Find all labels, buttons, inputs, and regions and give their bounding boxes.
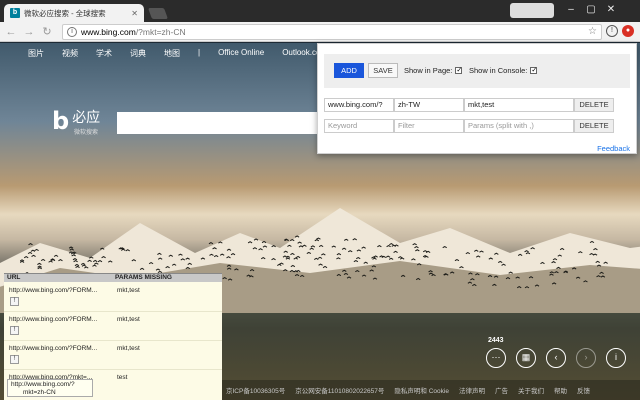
feedback-link[interactable]: Feedback <box>597 144 630 153</box>
popup-toolbar: ADD SAVE Show in Page: ✓ Show in Console… <box>324 54 630 88</box>
bing-favicon-icon: b <box>10 8 20 18</box>
show-in-console-option: Show in Console: ✓ <box>469 66 538 75</box>
address-url: www.bing.com/?mkt=zh-CN <box>81 27 186 37</box>
bing-logo-subtext: 微软搜索 <box>74 130 99 136</box>
back-arrow-icon[interactable]: ← <box>4 25 18 39</box>
tab-title: 微软必应搜索 - 全球搜索 <box>24 8 106 18</box>
bookmark-star-icon[interactable]: ☆ <box>588 26 597 37</box>
rule-filter-field[interactable]: zh-TW <box>394 98 464 112</box>
table-row: http://www.bing.com/?FORM... mkt,test ! <box>4 312 222 341</box>
browser-tab[interactable]: b 微软必应搜索 - 全球搜索 ✕ <box>4 4 144 22</box>
footer-privacy[interactable]: 隐私声明和 Cookie <box>394 385 449 395</box>
keyword-input[interactable]: Keyword <box>324 119 394 133</box>
reload-icon[interactable]: ↻ <box>40 25 54 39</box>
qr-code-icon[interactable]: ▦ <box>516 348 536 368</box>
footer-ads[interactable]: 广告 <box>495 385 508 395</box>
footer-help[interactable]: 帮助 <box>554 385 567 395</box>
tooltip-line1: http://www.bing.com/? <box>11 381 75 388</box>
bing-footer: 京ICP备10036305号 京公网安备11010802022657号 隐私声明… <box>222 380 640 400</box>
address-bar[interactable]: i www.bing.com/?mkt=zh-CN ☆ <box>62 24 602 40</box>
footer-feedback[interactable]: 反馈 <box>577 385 590 395</box>
filter-input[interactable]: Filter <box>394 119 464 133</box>
nav-separator: | <box>198 48 201 57</box>
share-icon[interactable]: ⋯ <box>486 348 506 368</box>
extension-params-icon[interactable]: ! <box>606 25 618 37</box>
show-in-console-label: Show in Console: <box>469 66 528 75</box>
add-button[interactable]: ADD <box>334 63 364 78</box>
nav-images[interactable]: 图片 <box>28 48 44 59</box>
row-info-button[interactable]: ! <box>10 297 19 306</box>
window-close-icon[interactable]: ✕ <box>602 3 620 17</box>
delete-new-rule-button[interactable]: DELETE <box>574 119 614 133</box>
new-tab-button[interactable] <box>147 8 169 19</box>
show-in-page-option: Show in Page: ✓ <box>404 66 463 75</box>
panel-header: URL PARAMS MISSING <box>4 274 222 282</box>
row-url: http://www.bing.com/?FORM... <box>9 287 98 294</box>
footer-about[interactable]: 关于我们 <box>518 385 544 395</box>
show-in-page-checkbox[interactable]: ✓ <box>455 67 463 74</box>
table-row: http://www.bing.com/?FORM... mkt,test ! <box>4 283 222 312</box>
image-count: 2443 <box>488 337 504 344</box>
browser-toolbar: ← → ↻ i www.bing.com/?mkt=zh-CN ☆ <box>0 22 640 42</box>
bing-search-input[interactable] <box>117 112 317 134</box>
extension-popup: ADD SAVE Show in Page: ✓ Show in Console… <box>317 43 637 154</box>
nav-maps[interactable]: 地图 <box>164 48 180 59</box>
extension-red-icon[interactable]: ● <box>622 25 634 37</box>
image-info-icon[interactable]: i <box>606 348 626 368</box>
bing-b-logo-icon: b <box>52 107 70 135</box>
show-in-page-label: Show in Page: <box>404 66 453 75</box>
row-params: mkt,test <box>117 287 140 294</box>
forward-arrow-icon[interactable]: → <box>22 25 36 39</box>
row-url: http://www.bing.com/?FORM... <box>9 316 98 323</box>
row-info-button[interactable]: ! <box>10 326 19 335</box>
row-params: mkt,test <box>117 345 140 352</box>
tooltip-line2: mkt=zh-CN <box>23 389 56 396</box>
delete-rule-button[interactable]: DELETE <box>574 98 614 112</box>
row-url: http://www.bing.com/?FORM... <box>9 345 98 352</box>
bing-logo-text: 必应 <box>72 109 101 125</box>
save-button[interactable]: SAVE <box>368 63 398 78</box>
footer-legal[interactable]: 法律声明 <box>459 385 485 395</box>
bing-logo[interactable]: b 必应 微软搜索 <box>52 107 101 136</box>
profile-avatar[interactable] <box>510 3 554 18</box>
browser-titlebar: b 微软必应搜索 - 全球搜索 ✕ – ▢ ✕ <box>0 0 640 22</box>
col-header-params: PARAMS MISSING <box>115 274 172 281</box>
nav-academic[interactable]: 学术 <box>96 48 112 59</box>
nav-dictionary[interactable]: 词典 <box>130 48 146 59</box>
url-tooltip: http://www.bing.com/? mkt=zh-CN <box>7 379 93 397</box>
rule-params-field[interactable]: mkt,test <box>464 98 574 112</box>
rule-url-field[interactable]: www.bing.com/? <box>324 98 394 112</box>
row-info-button[interactable]: ! <box>10 355 19 364</box>
nav-office-online[interactable]: Office Online <box>218 48 264 59</box>
maximize-icon[interactable]: ▢ <box>582 3 600 17</box>
params-input[interactable]: Params (split with ,) <box>464 119 574 133</box>
minimize-icon[interactable]: – <box>562 3 580 17</box>
footer-icp[interactable]: 京ICP备10036305号 <box>226 385 285 395</box>
show-in-console-checkbox[interactable]: ✓ <box>530 67 538 74</box>
footer-police[interactable]: 京公网安备11010802022657号 <box>295 385 384 395</box>
new-rule-row: Keyword Filter Params (split with ,) DEL… <box>324 119 630 133</box>
row-params: test <box>117 374 128 381</box>
col-header-url: URL <box>7 274 21 281</box>
bing-top-nav: 图片 视频 学术 词典 地图 | Office Online Outlook.c… <box>28 48 345 59</box>
row-params: mkt,test <box>117 316 140 323</box>
tab-close-icon[interactable]: ✕ <box>131 9 138 18</box>
next-image-icon[interactable]: › <box>576 348 596 368</box>
table-row: http://www.bing.com/?FORM... mkt,test ! <box>4 341 222 370</box>
previous-image-icon[interactable]: ‹ <box>546 348 566 368</box>
site-info-icon[interactable]: i <box>67 27 77 37</box>
nav-videos[interactable]: 视频 <box>62 48 78 59</box>
rule-row: www.bing.com/? zh-TW mkt,test DELETE <box>324 98 630 112</box>
